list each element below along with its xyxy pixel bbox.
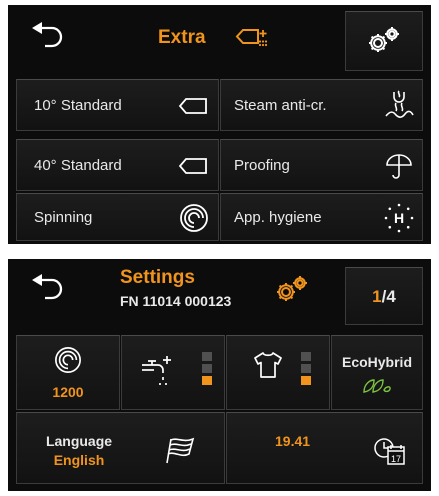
clock-button[interactable]: 19.41 17 bbox=[226, 412, 423, 484]
extra-title: Extra bbox=[158, 27, 206, 51]
calendar-day: 17 bbox=[391, 454, 401, 464]
level-segment bbox=[301, 364, 311, 373]
rinse-level-bar bbox=[301, 352, 311, 385]
spin-icon bbox=[180, 204, 208, 232]
program-40-standard[interactable]: 40° Standard bbox=[16, 139, 219, 191]
program-label: 40° Standard bbox=[34, 157, 122, 174]
rinse-level-button[interactable] bbox=[226, 335, 330, 410]
back-button[interactable] bbox=[22, 265, 72, 309]
ecohybrid-button[interactable]: EcoHybrid bbox=[331, 335, 423, 410]
page-total: /4 bbox=[381, 287, 396, 306]
svg-text:H: H bbox=[394, 210, 404, 226]
serial-number: FN 11014 000123 bbox=[120, 293, 232, 309]
program-app-hygiene[interactable]: App. hygiene H bbox=[220, 193, 423, 241]
language-label: Language bbox=[45, 433, 113, 449]
page-current: 1 bbox=[372, 287, 382, 306]
page-title: Extra bbox=[158, 27, 206, 48]
ecohybrid-label: EcoHybrid bbox=[341, 354, 412, 370]
level-segment-active bbox=[301, 376, 311, 385]
time-value: 19.41 bbox=[275, 433, 311, 449]
faucet-plus-icon bbox=[142, 356, 171, 385]
spin-speed-button[interactable]: 1200 bbox=[16, 335, 120, 410]
program-label: Proofing bbox=[234, 157, 290, 174]
settings-button[interactable] bbox=[345, 11, 423, 71]
program-spinning[interactable]: Spinning bbox=[16, 193, 219, 241]
program-label: Steam anti-cr. bbox=[234, 97, 327, 114]
settings-gears-icon bbox=[369, 27, 399, 52]
page-indicator-button[interactable]: 1/4 bbox=[345, 267, 423, 325]
spin-speed-value: 1200 bbox=[52, 384, 84, 400]
page-title: Settings bbox=[120, 267, 195, 288]
back-arrow-icon bbox=[32, 22, 63, 48]
eco-leaf-icon bbox=[363, 379, 391, 393]
back-button[interactable] bbox=[22, 13, 72, 57]
standard-tag-icon bbox=[178, 98, 207, 114]
level-segment-active bbox=[202, 376, 212, 385]
extra-panel: Extra 10° Standard Steam anti-cr. 40° St… bbox=[8, 5, 431, 244]
flag-icon bbox=[166, 437, 195, 464]
umbrella-icon bbox=[386, 154, 412, 179]
settings-gears-icon bbox=[277, 276, 307, 301]
language-value: English bbox=[53, 452, 105, 468]
back-arrow-icon bbox=[32, 274, 63, 300]
spin-icon bbox=[55, 347, 81, 373]
level-segment bbox=[202, 352, 212, 361]
clock-calendar-icon: 17 bbox=[374, 438, 405, 465]
program-label: Spinning bbox=[34, 209, 93, 226]
extra-program-icon bbox=[235, 29, 268, 47]
standard-tag-icon bbox=[178, 158, 207, 174]
water-level-button[interactable] bbox=[121, 335, 225, 410]
language-button[interactable]: Language English bbox=[16, 412, 225, 484]
program-proofing[interactable]: Proofing bbox=[220, 139, 423, 191]
settings-panel: Settings FN 11014 000123 1/4 1200 EcoHyb… bbox=[8, 259, 431, 491]
program-10-standard[interactable]: 10° Standard bbox=[16, 79, 219, 131]
level-segment bbox=[301, 352, 311, 361]
program-label: 10° Standard bbox=[34, 97, 122, 114]
steam-icon bbox=[385, 90, 414, 118]
page-indicator: 1/4 bbox=[346, 287, 422, 307]
shirt-icon bbox=[254, 352, 282, 378]
water-level-bar bbox=[202, 352, 212, 385]
level-segment bbox=[202, 364, 212, 373]
hygiene-icon: H bbox=[384, 203, 414, 233]
program-steam-anti-crease[interactable]: Steam anti-cr. bbox=[220, 79, 423, 131]
program-label: App. hygiene bbox=[234, 209, 322, 226]
